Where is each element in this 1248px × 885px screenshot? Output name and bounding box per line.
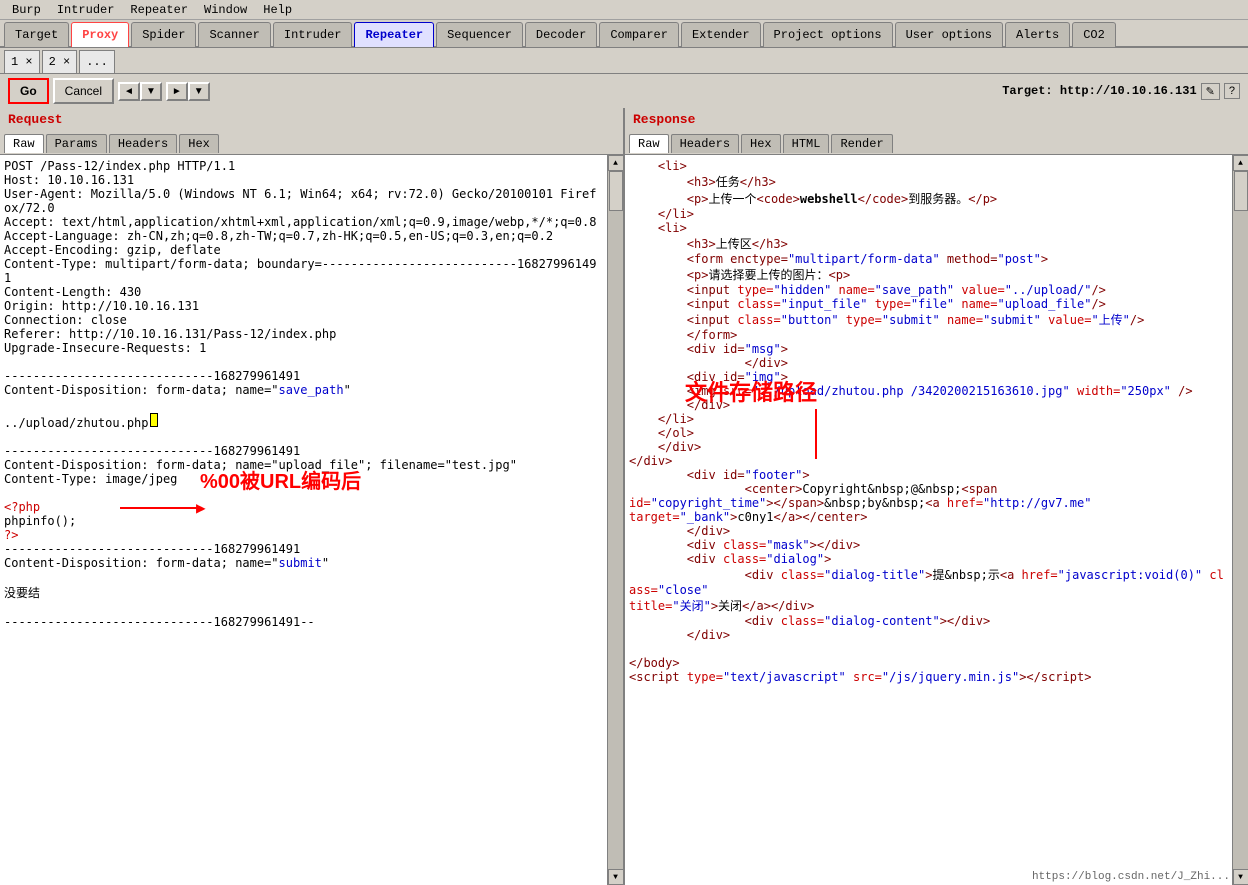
- menu-repeater[interactable]: Repeater: [122, 0, 196, 20]
- target-label: Target: http://10.10.16.131: [1002, 84, 1196, 98]
- request-header: Request: [0, 108, 623, 131]
- request-text: POST /Pass-12/index.php HTTP/1.1 Host: 1…: [4, 159, 603, 397]
- request-tab-headers[interactable]: Headers: [109, 134, 177, 153]
- request-panel: Request Raw Params Headers Hex POST /Pas…: [0, 108, 625, 885]
- response-text-2: </div> <div id="footer"> <center>Copyrig…: [629, 454, 1228, 684]
- prev-down-button[interactable]: ▼: [140, 82, 162, 101]
- tab-alerts[interactable]: Alerts: [1005, 22, 1070, 47]
- tab-target[interactable]: Target: [4, 22, 69, 47]
- annotation-url-encode: %00被URL编码后 ▶: [120, 465, 361, 518]
- tab-sequencer[interactable]: Sequencer: [436, 22, 523, 47]
- status-bar: https://blog.csdn.net/J_Zhi...: [1030, 869, 1232, 885]
- request-content[interactable]: POST /Pass-12/index.php HTTP/1.1 Host: 1…: [0, 155, 607, 885]
- response-tab-html[interactable]: HTML: [783, 134, 830, 153]
- main-content: Request Raw Params Headers Hex POST /Pas…: [0, 108, 1248, 885]
- response-tabs: Raw Headers Hex HTML Render: [625, 131, 1248, 155]
- request-scrollbar[interactable]: ▲ ▼: [607, 155, 623, 885]
- response-tab-raw[interactable]: Raw: [629, 134, 669, 153]
- tab-scanner[interactable]: Scanner: [198, 22, 270, 47]
- menu-burp[interactable]: Burp: [4, 0, 49, 20]
- annotation-file-path: 文件存储路径: [685, 375, 817, 459]
- tab-intruder[interactable]: Intruder: [273, 22, 353, 47]
- menu-help[interactable]: Help: [255, 0, 300, 20]
- annotation-file-path-text: 文件存储路径: [685, 375, 817, 407]
- request-tab-hex[interactable]: Hex: [179, 134, 219, 153]
- tab-user-options[interactable]: User options: [895, 22, 1003, 47]
- help-button[interactable]: ?: [1224, 83, 1240, 99]
- scroll-track[interactable]: [608, 171, 624, 869]
- toolbar: Go Cancel ◄ ▼ ► ▼ Target: http://10.10.1…: [0, 74, 1248, 108]
- response-scroll-track[interactable]: [1233, 171, 1248, 869]
- tab-co2[interactable]: CO2: [1072, 22, 1116, 47]
- response-header: Response: [625, 108, 1248, 131]
- target-info: Target: http://10.10.16.131 ✎ ?: [1002, 83, 1240, 100]
- response-scroll-thumb[interactable]: [1234, 171, 1248, 211]
- request-tab-row: 1 × 2 × ...: [0, 48, 1248, 74]
- response-scroll-down[interactable]: ▼: [1233, 869, 1248, 885]
- response-content[interactable]: <li> <h3>任务</h3> <p>上传一个<code>webshell</…: [625, 155, 1232, 885]
- prev-button[interactable]: ◄: [118, 82, 140, 101]
- tab-proxy[interactable]: Proxy: [71, 22, 129, 47]
- response-panel: Response Raw Headers Hex HTML Render <li…: [625, 108, 1248, 885]
- scroll-thumb[interactable]: [609, 171, 623, 211]
- request-body: POST /Pass-12/index.php HTTP/1.1 Host: 1…: [0, 155, 623, 885]
- menu-bar: Burp Intruder Repeater Window Help: [0, 0, 1248, 20]
- tab-comparer[interactable]: Comparer: [599, 22, 679, 47]
- cancel-button[interactable]: Cancel: [53, 78, 114, 104]
- response-body: <li> <h3>任务</h3> <p>上传一个<code>webshell</…: [625, 155, 1248, 885]
- go-button[interactable]: Go: [8, 78, 49, 104]
- next-down-button[interactable]: ▼: [188, 82, 210, 101]
- tab-request-2[interactable]: 2 ×: [42, 50, 78, 74]
- main-tab-bar: Target Proxy Spider Scanner Intruder Rep…: [0, 20, 1248, 48]
- tab-repeater[interactable]: Repeater: [354, 22, 434, 47]
- tab-request-more[interactable]: ...: [79, 50, 115, 74]
- tab-spider[interactable]: Spider: [131, 22, 196, 47]
- response-tab-render[interactable]: Render: [831, 134, 892, 153]
- tab-request-1[interactable]: 1 ×: [4, 50, 40, 74]
- response-scroll-up[interactable]: ▲: [1233, 155, 1248, 171]
- request-tabs: Raw Params Headers Hex: [0, 131, 623, 155]
- tab-decoder[interactable]: Decoder: [525, 22, 597, 47]
- next-button[interactable]: ►: [166, 82, 188, 101]
- menu-intruder[interactable]: Intruder: [49, 0, 123, 20]
- scroll-up-arrow[interactable]: ▲: [608, 155, 624, 171]
- annotation-url-encode-text: %00被URL编码后: [200, 465, 361, 494]
- response-tab-hex[interactable]: Hex: [741, 134, 781, 153]
- request-tab-params[interactable]: Params: [46, 134, 107, 153]
- response-scrollbar[interactable]: ▲ ▼: [1232, 155, 1248, 885]
- request-tab-raw[interactable]: Raw: [4, 134, 44, 153]
- scroll-down-arrow[interactable]: ▼: [608, 869, 624, 885]
- edit-target-button[interactable]: ✎: [1201, 83, 1220, 100]
- menu-window[interactable]: Window: [196, 0, 255, 20]
- response-tab-headers[interactable]: Headers: [671, 134, 739, 153]
- tab-extender[interactable]: Extender: [681, 22, 761, 47]
- tab-project-options[interactable]: Project options: [763, 22, 893, 47]
